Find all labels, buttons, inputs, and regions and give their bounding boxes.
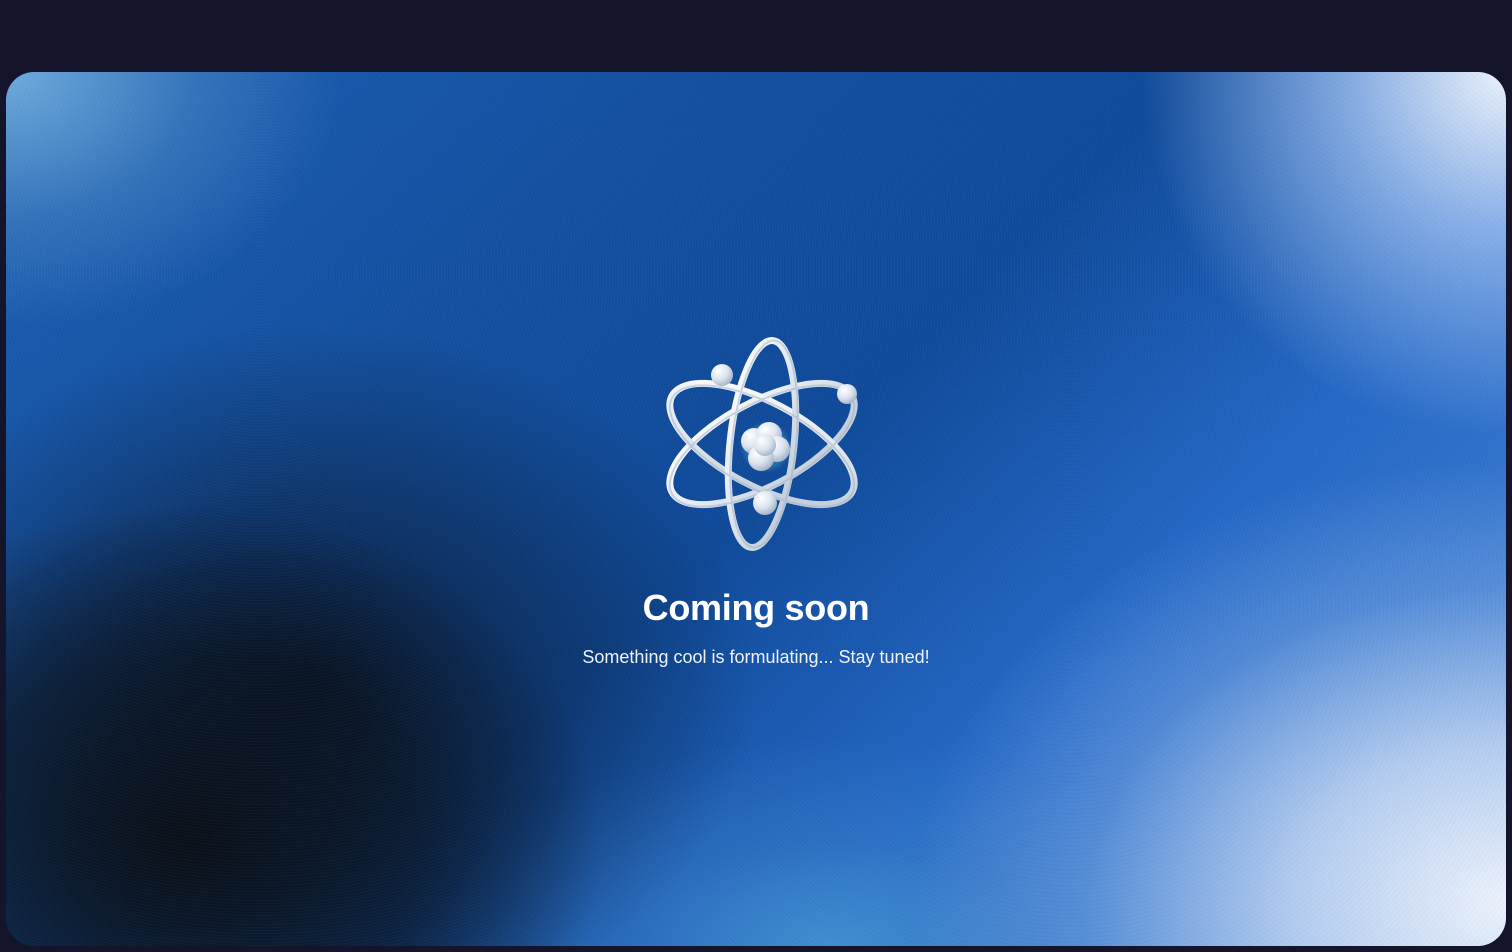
hero-panel: Coming soon Something cool is formulatin… <box>6 72 1506 946</box>
page-subtitle: Something cool is formulating... Stay tu… <box>582 647 930 667</box>
hero-content: Coming soon Something cool is formulatin… <box>6 72 1506 946</box>
page: Coming soon Something cool is formulatin… <box>0 0 1512 952</box>
top-bar <box>0 0 1512 72</box>
page-title: Coming soon <box>642 587 870 628</box>
atom-icon <box>666 337 858 551</box>
